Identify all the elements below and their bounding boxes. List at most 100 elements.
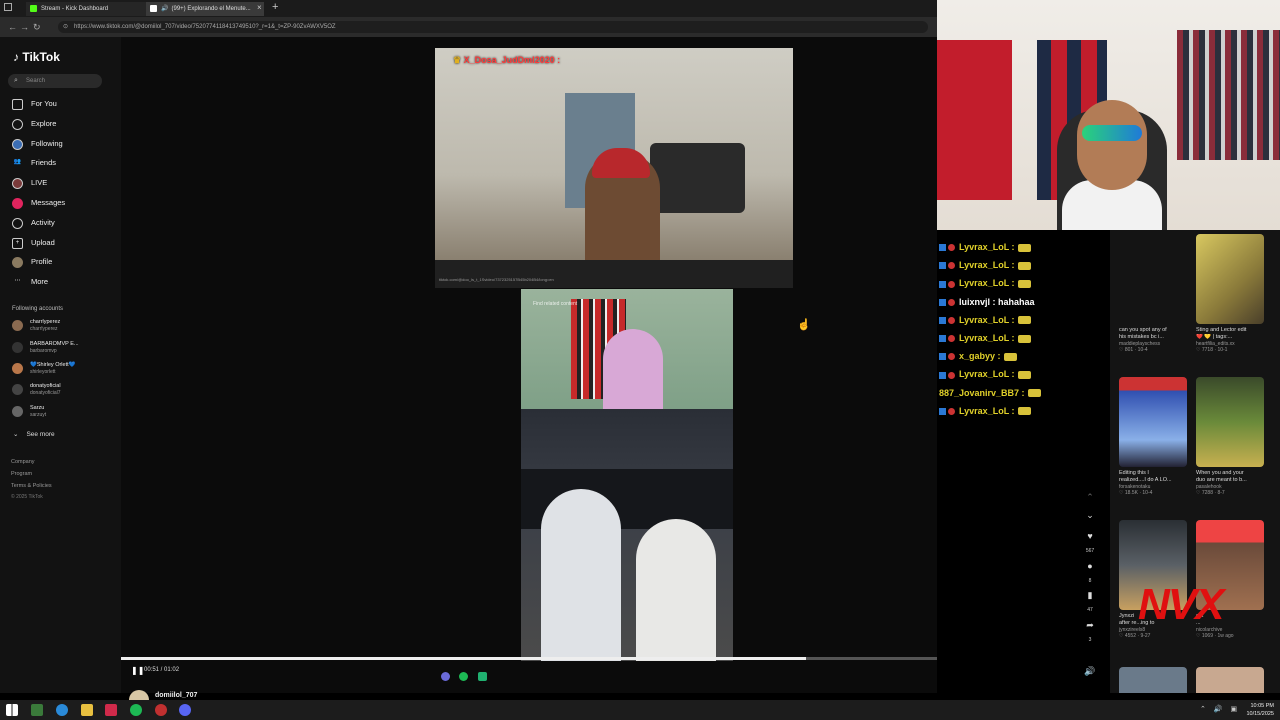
- chevron-up-icon[interactable]: ⌃: [1083, 492, 1097, 503]
- avatar: [12, 342, 23, 353]
- sub-badge-icon: [948, 298, 955, 306]
- nav-upload[interactable]: + Upload: [12, 237, 55, 249]
- nvx-watermark: NVX: [1138, 580, 1224, 629]
- back-icon[interactable]: ←: [8, 22, 17, 32]
- volume-icon[interactable]: 🔊: [1083, 666, 1097, 677]
- overlay-name: X_Dosa_JudDml2020 :: [463, 55, 561, 65]
- chat-message: Lyvrax_LoL :: [939, 258, 1031, 272]
- feed-meta: ♡ 1069 · 1w ago: [1196, 633, 1234, 639]
- heart-icon[interactable]: ♥: [1083, 531, 1097, 541]
- app-icon[interactable]: [155, 704, 167, 716]
- feed-card[interactable]: can you spot any of his mistakes bc i...…: [1119, 234, 1189, 353]
- forward-icon[interactable]: →: [20, 22, 29, 32]
- video-time: 00:51 / 01:02: [144, 667, 180, 673]
- discord-icon[interactable]: [179, 704, 191, 716]
- footer-program[interactable]: Program: [11, 471, 32, 477]
- windows-start-icon[interactable]: [6, 704, 18, 716]
- nav-label: Messages: [31, 198, 66, 207]
- taskbar-clock[interactable]: 10:05 PM 10/15/2025: [1246, 702, 1274, 718]
- pink-hoodie: [603, 329, 663, 409]
- chat-message: Lyvrax_LoL :: [939, 331, 1031, 345]
- avatar: [12, 320, 23, 331]
- account-handle: barbaromvp: [30, 348, 57, 354]
- nav-live[interactable]: LIVE: [12, 177, 47, 189]
- emote-icon: [1017, 407, 1031, 416]
- nav-messages[interactable]: Messages: [12, 197, 65, 209]
- account-name: donatyoficial: [30, 383, 61, 389]
- nav-explore[interactable]: Explore: [12, 118, 56, 130]
- nav-for-you[interactable]: For You: [12, 98, 57, 110]
- nav-following[interactable]: Following: [12, 138, 63, 150]
- kick-icon: [30, 4, 37, 12]
- window-menu-icon[interactable]: [4, 3, 12, 11]
- spotify-icon[interactable]: [130, 704, 142, 716]
- nav-activity[interactable]: Activity: [12, 217, 55, 229]
- search-icon: ⌕: [14, 77, 18, 84]
- feed-thumbnail-partial[interactable]: [1119, 667, 1187, 693]
- sub-badge-icon: [948, 244, 955, 252]
- chat-username: 887_Jovanirv_BB7 :: [939, 387, 1025, 398]
- footer-copyright: © 2025 TikTok: [11, 494, 43, 500]
- app-icon[interactable]: [31, 704, 43, 716]
- feed-meta: ♡ 801 · 10-4: [1119, 347, 1148, 353]
- feed-card[interactable]: When you and your duo are meant to b... …: [1196, 377, 1266, 496]
- chat-username: x_gabyy :: [959, 351, 1001, 362]
- mouse-cursor-icon: ☝: [797, 319, 811, 331]
- like-count: 567: [1085, 548, 1095, 554]
- feed-thumbnail: [1196, 234, 1264, 324]
- tab-kick-dashboard[interactable]: Stream - Kick Dashboard: [26, 2, 146, 16]
- game-character-cap: [636, 519, 716, 661]
- comment-icon[interactable]: ●: [1083, 561, 1097, 571]
- browser-icon[interactable]: [56, 704, 68, 716]
- avatar: [12, 406, 23, 417]
- new-tab-button[interactable]: +: [272, 1, 278, 13]
- nav-friends[interactable]: 👥 Friends: [12, 157, 56, 169]
- tab-tiktok[interactable]: 🔊 (99+) Explorando el Menute...: [146, 2, 264, 16]
- site-info-icon[interactable]: ⊙: [63, 21, 68, 33]
- tiktok-sidebar: ♪ TikTok ⌕ Search For You Explore Follow…: [0, 37, 121, 693]
- live-icon: [12, 177, 23, 189]
- tiktok-logo[interactable]: ♪ TikTok: [13, 50, 60, 64]
- tab-label: Stream - Kick Dashboard: [41, 6, 109, 12]
- app-icon: [478, 672, 487, 681]
- chevron-down-icon: ⌄: [13, 431, 19, 438]
- account-handle: donatyoficial7: [30, 390, 61, 396]
- compass-icon: [12, 118, 23, 130]
- close-tab-icon[interactable]: ×: [257, 3, 262, 12]
- see-more-label: See more: [26, 431, 55, 438]
- feed-card[interactable]: Sting and Lector edit ❤️ 💛 | tags:... he…: [1196, 234, 1266, 353]
- video-author[interactable]: domiilol_707: [155, 692, 197, 699]
- emote-icon: [1017, 280, 1031, 289]
- friends-icon: 👥: [13, 158, 22, 165]
- share-icon[interactable]: ➦: [1083, 620, 1097, 631]
- search-input[interactable]: ⌕ Search: [8, 74, 102, 88]
- app-icon[interactable]: [105, 704, 117, 716]
- feed-title-2: duo are meant to b...: [1196, 477, 1247, 483]
- folder-icon[interactable]: [81, 704, 93, 716]
- footer-company[interactable]: Company: [11, 459, 35, 465]
- account-handle: shirleyorlett: [30, 369, 56, 375]
- sub-badge-icon: [948, 407, 955, 415]
- system-tray-icons[interactable]: ⌃ 🔊 ▣: [1200, 705, 1240, 713]
- feed-meta: ♡ 4552 · 9-27: [1119, 633, 1151, 639]
- emote-icon: [1027, 389, 1041, 398]
- nav-profile[interactable]: Profile: [12, 256, 52, 268]
- emote-icon: [1003, 352, 1017, 361]
- chevron-down-icon[interactable]: ⌄: [1083, 510, 1097, 521]
- url-input[interactable]: ⊙ https://www.tiktok.com/@domiilol_707/v…: [58, 21, 928, 33]
- following-accounts-title: Following accounts: [12, 306, 64, 312]
- sub-badge-icon: [948, 262, 955, 270]
- see-more-link[interactable]: ⌄ See more: [13, 430, 55, 438]
- feed-card[interactable]: Editing this I realized....I do A LO... …: [1119, 377, 1189, 496]
- brand-label: TikTok: [22, 50, 60, 64]
- save-count: 47: [1087, 607, 1093, 613]
- pause-icon[interactable]: ❚❚: [131, 666, 144, 675]
- reload-icon[interactable]: ↻: [33, 22, 41, 32]
- account-handle: charrlyperez: [30, 326, 58, 332]
- sub-badge-icon: [948, 280, 955, 288]
- bookmark-icon[interactable]: ▮: [1083, 590, 1097, 601]
- feed-thumbnail-partial[interactable]: [1196, 667, 1264, 693]
- nav-more[interactable]: ⋯ More: [12, 276, 49, 288]
- feed-title: Editing this I: [1119, 470, 1149, 476]
- footer-terms[interactable]: Terms & Policies: [11, 483, 52, 489]
